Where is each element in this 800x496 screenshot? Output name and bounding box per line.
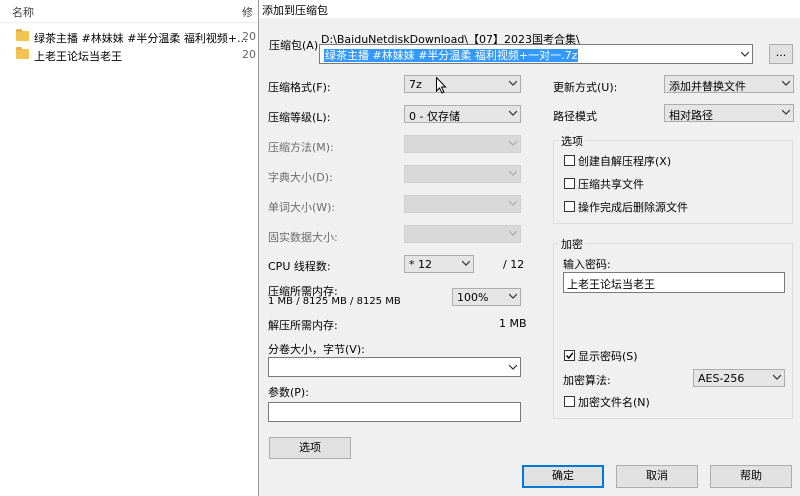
mouse-cursor-icon [436,76,447,97]
shared-label[interactable]: 压缩共享文件 [578,176,644,192]
archive-name-combo[interactable]: 绿茶主播 #林妹妹 #半分温柔 福利视频+一对一.7z [319,44,753,64]
chevron-down-icon [509,200,517,207]
chevron-down-icon [509,364,517,371]
dict-label: 字典大小(D): [268,171,333,184]
cpu-max: / 12 [503,258,525,271]
chevron-down-icon [782,109,790,116]
chevron-down-icon [509,140,517,147]
add-to-archive-dialog: 添加到压缩包 压缩包(A) D:\BaiduNetdiskDownload\【0… [258,0,800,496]
browse-button[interactable]: ... [769,44,793,64]
file-date: 20 [242,30,256,43]
chevron-down-icon [509,230,517,237]
enc-method-select[interactable]: AES-256 [693,369,785,387]
options-button[interactable]: 选项 [269,437,351,459]
mem-percent-value: 100% [457,291,489,304]
file-row[interactable]: 上老王论坛当老王 20 [0,45,258,65]
archive-label: 压缩包(A) [269,39,319,52]
cpu-label: CPU 线程数: [268,260,331,273]
show-password-label[interactable]: 显示密码(S) [578,348,638,364]
delete-label[interactable]: 操作完成后删除源文件 [578,199,688,215]
chevron-down-icon [509,110,517,117]
format-select[interactable]: 7z [404,75,521,93]
pathmode-value: 相对路径 [669,109,713,122]
chevron-down-icon [509,80,517,87]
solid-label: 固实数据大小: [268,231,338,244]
folder-icon [16,29,29,41]
level-value: 0 - 仅存储 [409,110,460,123]
method-label: 压缩方法(M): [268,141,334,154]
chevron-down-icon [782,80,790,87]
level-label: 压缩等级(L): [268,111,331,124]
mem-comp-value: 1 MB / 8125 MB / 8125 MB [268,296,401,307]
solid-select[interactable] [404,225,521,243]
encryption-group-title: 加密 [559,236,585,252]
update-select[interactable]: 添加并替换文件 [664,75,794,93]
delete-checkbox[interactable] [564,201,575,212]
encrypt-names-label[interactable]: 加密文件名(N) [578,394,650,410]
chevron-down-icon [509,170,517,177]
update-label: 更新方式(U): [553,81,618,94]
sfx-checkbox[interactable] [564,155,575,166]
password-label: 输入密码: [563,258,611,271]
shared-checkbox[interactable] [564,178,575,189]
options-group-title: 选项 [559,133,585,149]
column-name-header[interactable]: 名称 [12,4,34,20]
file-name: 上老王论坛当老王 [34,50,122,63]
word-label: 单词大小(W): [268,201,336,214]
split-size-combo[interactable] [268,357,521,377]
chevron-down-icon [509,293,517,300]
word-select[interactable] [404,195,521,213]
enc-method-label: 加密算法: [563,374,611,387]
column-modified-header[interactable]: 修 [242,4,253,20]
enc-method-value: AES-256 [698,372,745,385]
archive-name-input[interactable]: 绿茶主播 #林妹妹 #半分温柔 福利视频+一对一.7z [324,49,579,62]
mem-percent-select[interactable]: 100% [452,288,521,306]
split-label: 分卷大小，字节(V): [268,343,365,356]
ok-button[interactable]: 确定 [522,465,604,488]
mem-decomp-label: 解压所需内存: [268,319,338,332]
cpu-value: * 12 [409,258,432,271]
chevron-down-icon [773,374,781,381]
help-button[interactable]: 帮助 [710,465,792,488]
chevron-down-icon[interactable] [741,51,749,58]
cpu-select[interactable]: * 12 [404,255,474,273]
dialog-titlebar[interactable]: 添加到压缩包 [259,0,800,18]
file-name: 绿茶主播 #林妹妹 #半分温柔 福利视频+... [34,32,248,45]
mem-decomp-value: 1 MB [499,317,527,330]
pathmode-select[interactable]: 相对路径 [664,104,794,122]
dialog-title: 添加到压缩包 [262,4,328,17]
file-row[interactable]: 绿茶主播 #林妹妹 #半分温柔 福利视频+... 20 [0,27,258,47]
password-value: 上老王论坛当老王 [567,278,655,291]
explorer-header: 名称 修 [0,0,258,23]
chevron-down-icon [462,260,470,267]
format-label: 压缩格式(F): [268,81,331,94]
level-select[interactable]: 0 - 仅存储 [404,105,521,123]
cancel-button[interactable]: 取消 [616,465,698,488]
update-value: 添加并替换文件 [669,80,746,93]
sfx-label[interactable]: 创建自解压程序(X) [578,153,671,169]
encrypt-names-checkbox[interactable] [564,396,575,407]
folder-icon [16,47,29,59]
method-select[interactable] [404,135,521,153]
params-label: 参数(P): [268,386,309,399]
file-date: 20 [242,48,256,61]
dict-select[interactable] [404,165,521,183]
pathmode-label: 路径模式 [553,110,597,123]
show-password-checkbox[interactable] [564,350,575,361]
params-input[interactable] [268,402,521,422]
password-input[interactable]: 上老王论坛当老王 [563,272,785,293]
file-explorer: 名称 修 绿茶主播 #林妹妹 #半分温柔 福利视频+... 20 上老王论坛当老… [0,0,258,496]
format-value: 7z [409,78,422,91]
